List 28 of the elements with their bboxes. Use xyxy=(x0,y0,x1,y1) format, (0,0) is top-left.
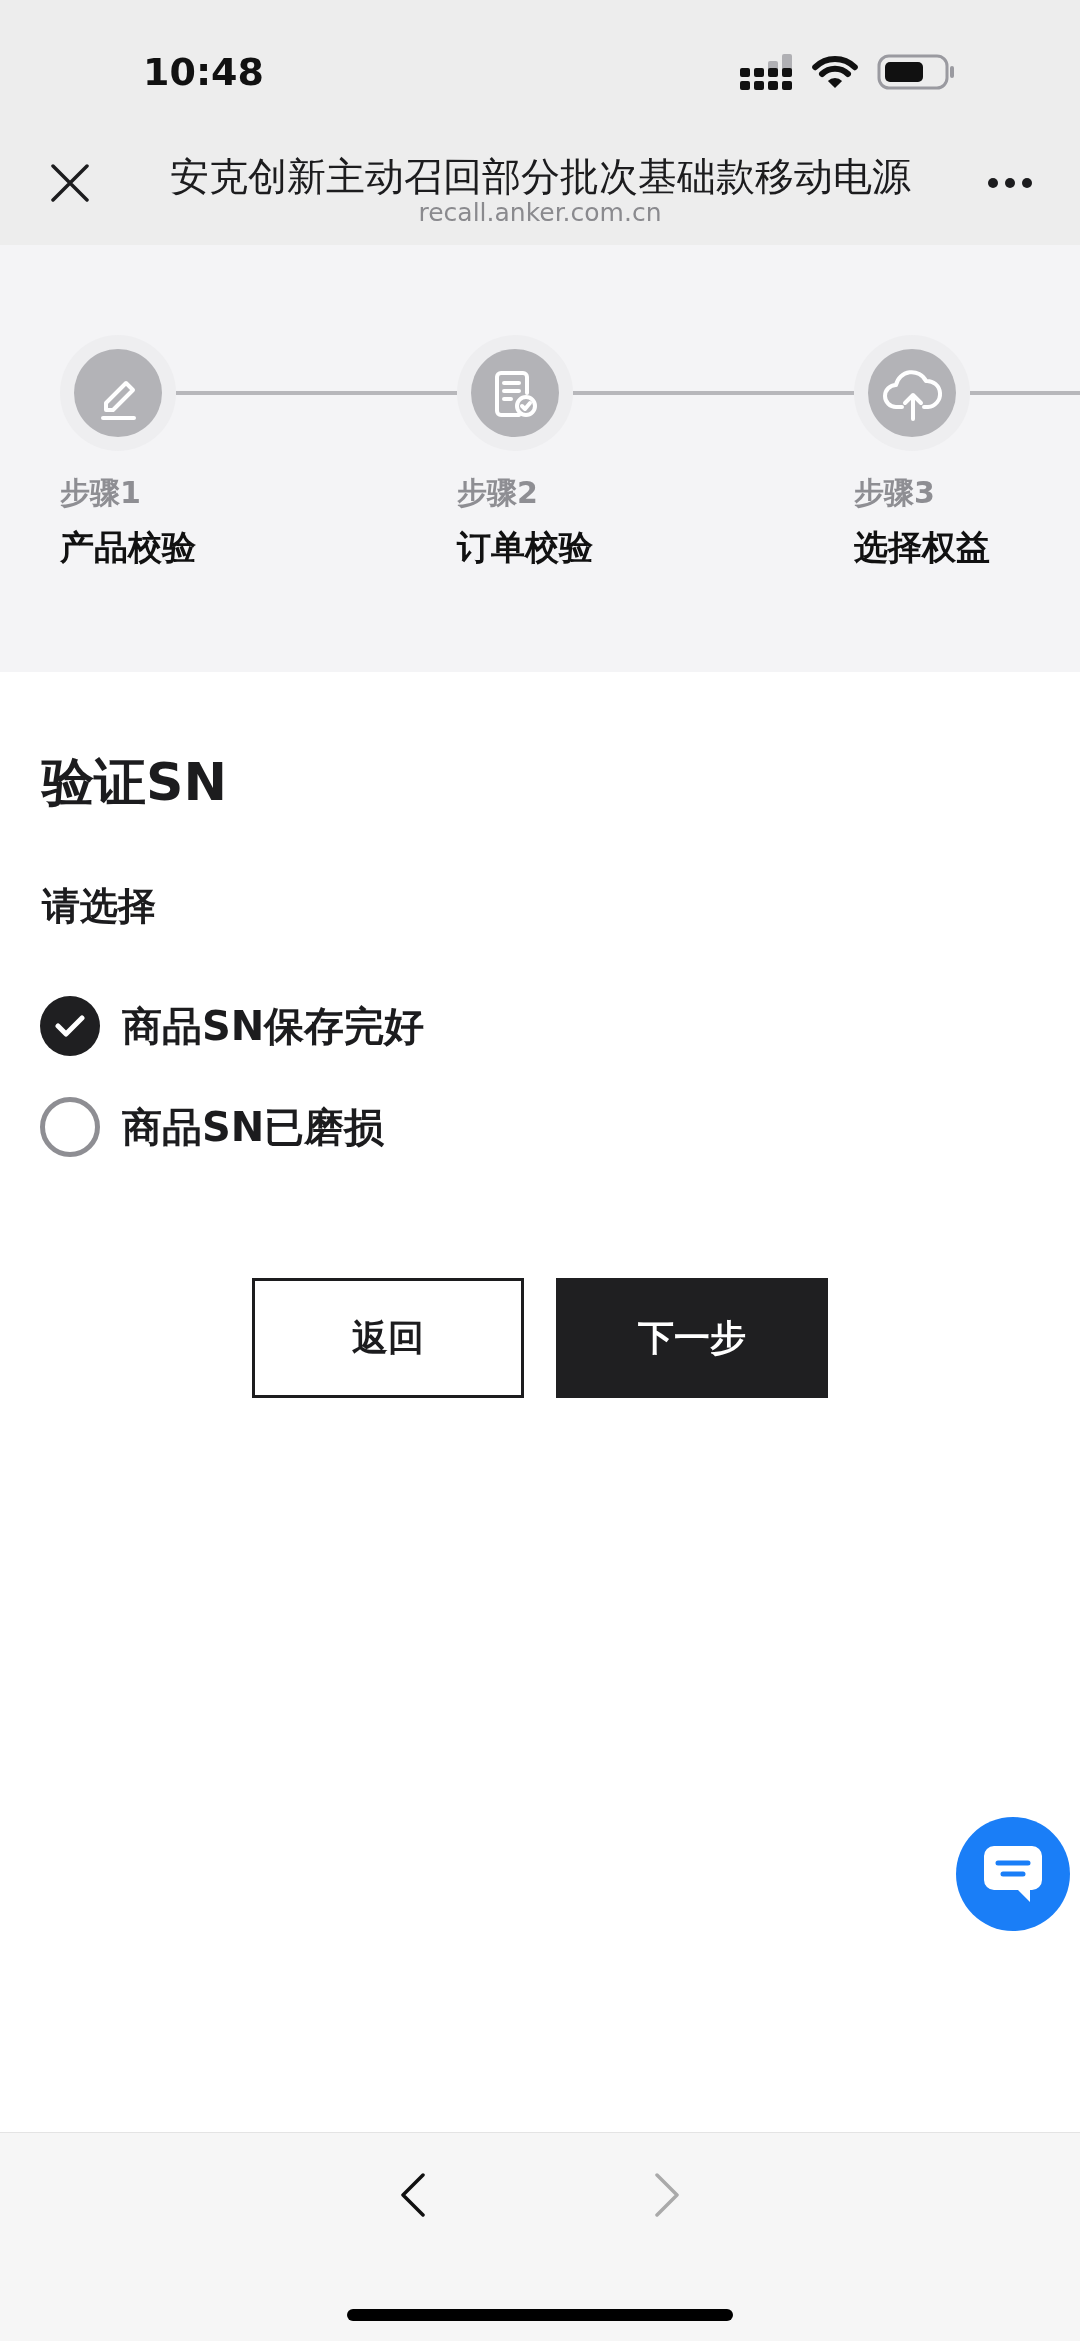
option-label[interactable]: 商品SN已磨损 xyxy=(122,1103,385,1151)
step-title: 产品校验 xyxy=(60,527,196,567)
radio-button[interactable] xyxy=(40,1097,100,1157)
status-time: 10:48 xyxy=(143,50,264,94)
step-number: 步骤3 xyxy=(854,477,935,509)
chevron-left-icon xyxy=(401,2173,425,2217)
back-button[interactable]: 返回 xyxy=(252,1278,524,1398)
page-title: 安克创新主动召回部分批次基础款移动电源 xyxy=(169,155,911,199)
wifi-icon xyxy=(811,55,859,89)
radio-button[interactable] xyxy=(40,996,100,1056)
more-button[interactable] xyxy=(988,178,1032,188)
form-title: 验证SN xyxy=(40,752,227,812)
chevron-right-icon xyxy=(655,2173,679,2217)
close-button[interactable] xyxy=(51,164,89,202)
step-number: 步骤2 xyxy=(457,477,538,509)
checkmark-icon xyxy=(55,1015,85,1037)
signal-icon xyxy=(740,54,793,90)
chat-bubble-icon xyxy=(982,1844,1044,1904)
step-title: 订单校验 xyxy=(457,527,593,567)
more-icon xyxy=(988,178,1032,188)
next-button[interactable]: 下一步 xyxy=(556,1278,828,1398)
close-icon xyxy=(51,164,89,202)
battery-icon xyxy=(877,54,955,90)
step-number: 步骤1 xyxy=(60,477,141,509)
form-prompt: 请选择 xyxy=(40,883,156,929)
option-label[interactable]: 商品SN保存完好 xyxy=(122,1002,425,1050)
page-url: recall.anker.com.cn xyxy=(418,199,662,227)
step-title: 选择权益 xyxy=(854,527,990,567)
